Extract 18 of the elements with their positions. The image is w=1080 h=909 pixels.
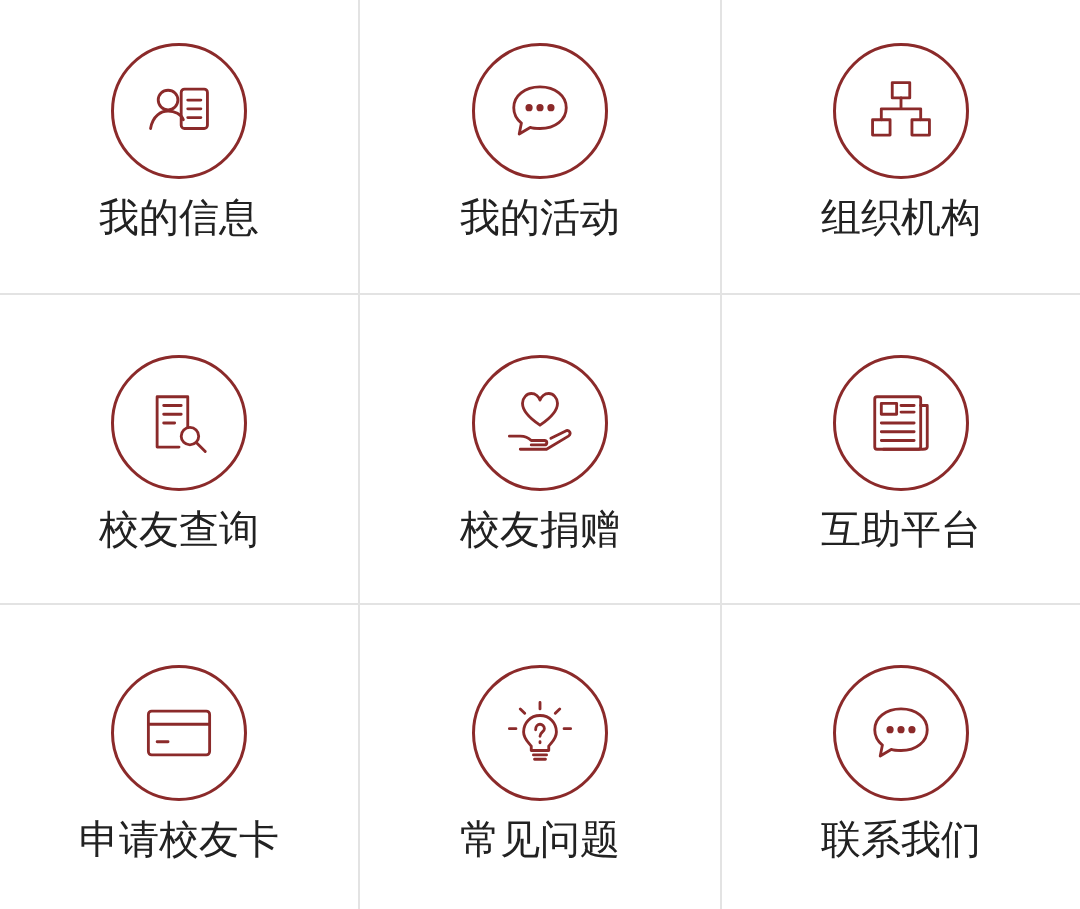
menu-tile[interactable]: 常见问题	[360, 605, 720, 909]
menu-label: 联系我们	[821, 815, 981, 864]
menu-tile[interactable]: 校友查询	[0, 295, 358, 603]
menu-label: 申请校友卡	[79, 815, 279, 864]
menu-label: 互助平台	[821, 505, 981, 554]
menu-label: 校友捐赠	[460, 505, 620, 554]
menu-tile[interactable]: 校友捐赠	[360, 295, 720, 603]
menu-label: 常见问题	[460, 815, 620, 864]
menu-label: 校友查询	[99, 505, 259, 554]
menu-tile[interactable]: 组织机构	[722, 0, 1080, 293]
menu-tile[interactable]: 我的活动	[360, 0, 720, 293]
menu-label: 我的活动	[460, 193, 620, 242]
menu-tile[interactable]: 联系我们	[722, 605, 1080, 909]
menu-label: 组织机构	[821, 193, 981, 242]
menu-tile[interactable]: 我的信息	[0, 0, 358, 293]
menu-label: 我的信息	[99, 193, 259, 242]
menu-tile[interactable]: 申请校友卡	[0, 605, 358, 909]
menu-tile[interactable]: 互助平台	[722, 295, 1080, 603]
